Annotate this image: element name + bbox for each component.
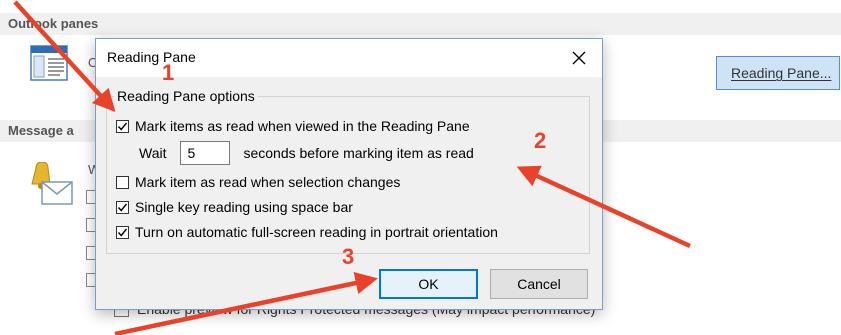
wait-seconds-input[interactable]: [180, 141, 231, 165]
checkmark-icon: [117, 203, 128, 212]
section-title: Outlook panes: [8, 16, 99, 31]
annotation-marker-2: 2: [534, 128, 547, 153]
close-icon: [572, 51, 586, 65]
reading-pane-layout-icon: [30, 45, 68, 81]
annotation-marker-1: 1: [162, 60, 175, 85]
reading-pane-button-label: Reading Pane...: [731, 65, 832, 81]
option-mark-read-when-viewed[interactable]: Mark items as read when viewed in the Re…: [116, 118, 470, 134]
section-header-outlook-panes: Outlook panes: [0, 13, 841, 35]
section-title: Message a: [8, 123, 74, 138]
cancel-button[interactable]: Cancel: [490, 269, 588, 299]
reading-pane-button[interactable]: Reading Pane...: [716, 56, 840, 90]
dialog-title: Reading Pane: [107, 49, 196, 65]
mark-read-when-viewed-checkbox[interactable]: [116, 119, 129, 133]
option-label: Mark items as read when viewed in the Re…: [135, 118, 470, 134]
full-screen-portrait-checkbox[interactable]: [116, 225, 129, 239]
group-label: Reading Pane options: [114, 88, 258, 104]
single-key-reading-checkbox[interactable]: [116, 200, 129, 214]
mark-read-on-selection-change-checkbox[interactable]: [116, 175, 129, 189]
close-button[interactable]: [564, 43, 594, 73]
wait-setting: Wait seconds before marking item as read: [139, 141, 474, 165]
wait-label: Wait: [139, 145, 167, 161]
checkmark-icon: [117, 228, 128, 237]
option-label: Single key reading using space bar: [135, 199, 353, 215]
ok-button-label: OK: [418, 276, 439, 292]
option-single-key-reading[interactable]: Single key reading using space bar: [116, 199, 353, 215]
wait-suffix: seconds before marking item as read: [243, 145, 474, 161]
bell-envelope-icon: [20, 161, 78, 206]
cancel-button-label: Cancel: [517, 276, 561, 292]
option-mark-read-on-selection-change[interactable]: Mark item as read when selection changes: [116, 174, 400, 190]
annotation-marker-3: 3: [342, 244, 355, 269]
checkmark-icon: [117, 122, 128, 131]
option-label: Turn on automatic full-screen reading in…: [135, 224, 498, 240]
option-full-screen-portrait[interactable]: Turn on automatic full-screen reading in…: [116, 224, 498, 240]
ok-button[interactable]: OK: [379, 269, 478, 299]
option-label: Mark item as read when selection changes: [135, 174, 401, 190]
